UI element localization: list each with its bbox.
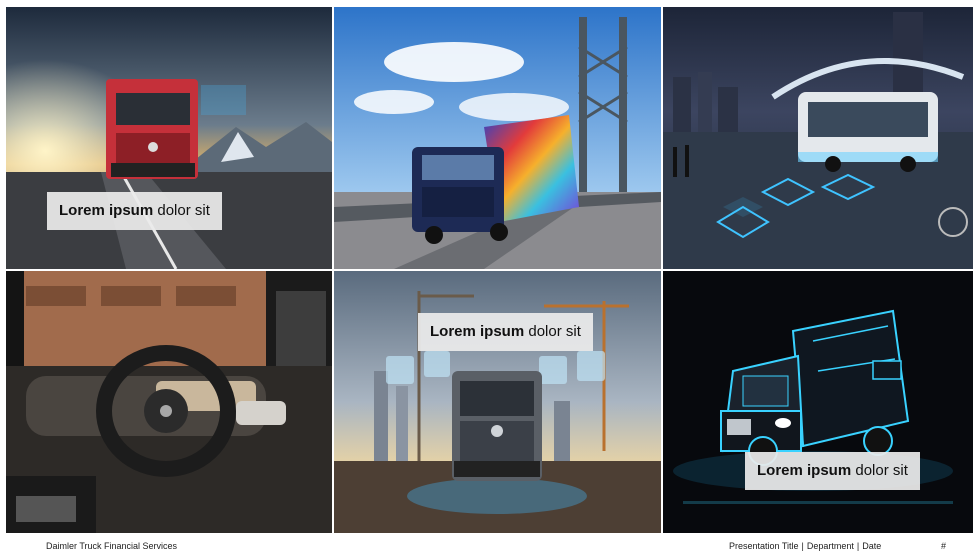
caption-bold-text: Lorem ipsum xyxy=(757,462,852,479)
footer-meta: Presentation Title | Department | Date xyxy=(729,541,881,551)
footer-separator: | xyxy=(801,541,804,551)
caption-text: dolor sit xyxy=(851,462,908,479)
caption-text: dolor sit xyxy=(153,202,210,219)
footer-department: Department xyxy=(806,541,854,551)
footer-company: Daimler Truck Financial Services xyxy=(46,541,178,551)
photo-electric-bus-city xyxy=(663,7,973,269)
caption-bold-text: Lorem ipsum xyxy=(59,202,154,219)
footer-separator: | xyxy=(856,541,860,551)
caption-text: dolor sit xyxy=(524,323,581,340)
footer-presentation-title: Presentation Title xyxy=(729,541,799,551)
photo-colorful-truck-bridge xyxy=(334,7,661,269)
footer-page-number: # xyxy=(941,541,947,551)
photo-truck-construction xyxy=(334,271,661,533)
caption-box-bottom-center: Lorem ipsum dolor sit xyxy=(418,313,593,351)
photo-neon-box-truck xyxy=(663,271,973,533)
caption-box-bottom-right: Lorem ipsum dolor sit xyxy=(745,452,920,490)
footer-date: Date xyxy=(862,541,882,551)
photo-truck-cockpit xyxy=(6,271,332,533)
caption-box-top-left: Lorem ipsum dolor sit xyxy=(47,192,222,230)
caption-bold-text: Lorem ipsum xyxy=(430,323,525,340)
